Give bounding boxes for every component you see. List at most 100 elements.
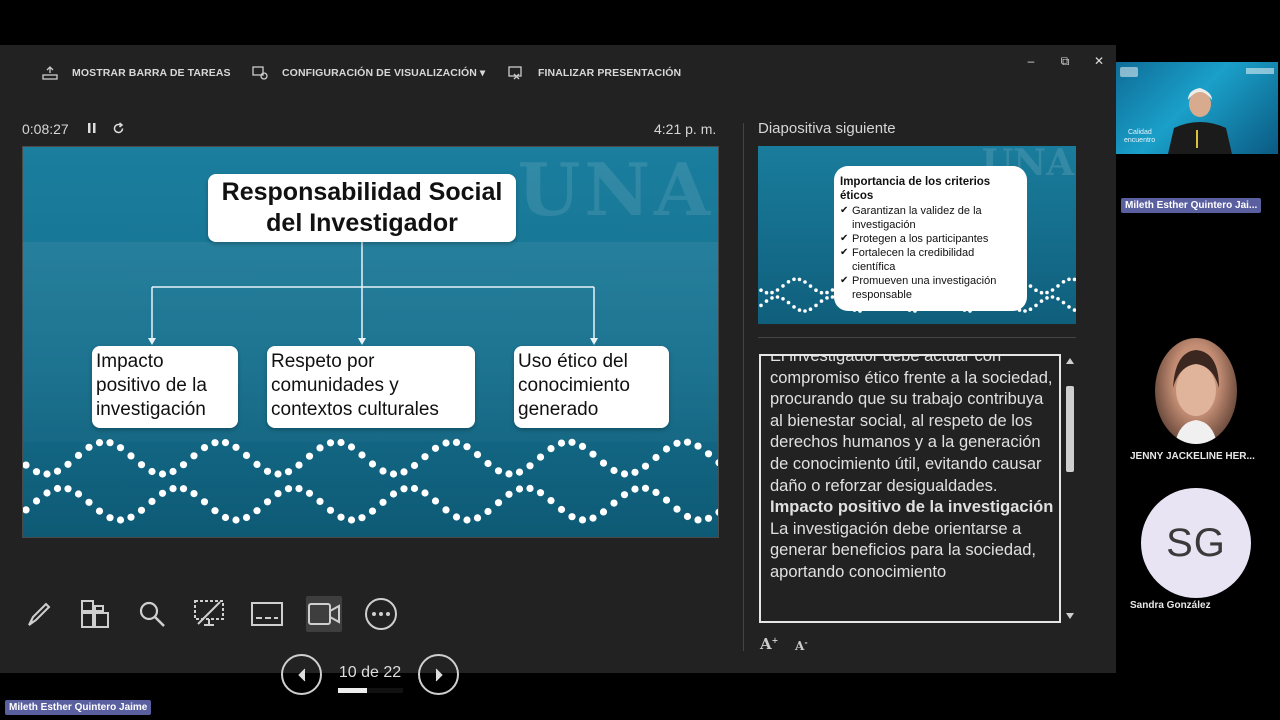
- decor-dot: [137, 506, 146, 514]
- wave-dots-top: [23, 438, 718, 478]
- black-screen-button[interactable]: [191, 596, 227, 632]
- decor-dot: [764, 290, 769, 295]
- decor-dot: [463, 516, 471, 524]
- decor-dot: [305, 489, 314, 497]
- decor-dot: [1034, 303, 1038, 308]
- decor-dot: [190, 452, 198, 460]
- decor-dot: [578, 442, 587, 450]
- decor-dot: [515, 468, 524, 476]
- decor-dot: [589, 450, 597, 458]
- decrease-font-button[interactable]: A-: [795, 637, 808, 653]
- notes-divider: [758, 337, 1076, 338]
- participant-avatar-sandra[interactable]: SG: [1141, 488, 1251, 598]
- decor-dot: [825, 290, 829, 295]
- decor-dot: [221, 439, 230, 447]
- decor-dot: [1061, 300, 1066, 305]
- decor-dot: [43, 489, 51, 497]
- close-button[interactable]: ✕: [1088, 51, 1110, 71]
- decor-dot: [673, 439, 681, 447]
- display-settings-button[interactable]: CONFIGURACIÓN DE VISUALIZACIÓN ▾: [252, 65, 485, 81]
- decor-dot: [179, 461, 188, 469]
- decor-dot: [781, 284, 785, 288]
- decor-dot: [32, 468, 41, 476]
- decor-dot: [316, 444, 324, 452]
- restore-button[interactable]: ⧉: [1054, 51, 1076, 71]
- decor-dot: [442, 506, 450, 514]
- decor-dot: [85, 498, 93, 506]
- decor-dot: [232, 443, 240, 451]
- decor-dot: [694, 442, 702, 450]
- decor-dot: [148, 497, 156, 505]
- increase-font-button[interactable]: A+: [760, 635, 778, 653]
- camera-button[interactable]: [306, 596, 342, 632]
- presenter-view-window: MOSTRAR BARRA DE TAREAS CONFIGURACIÓN DE…: [0, 45, 1116, 695]
- zoom-slide-button[interactable]: [134, 596, 170, 632]
- decor-dot: [337, 438, 345, 447]
- decor-dot: [652, 453, 660, 462]
- notes-scrollbar-thumb[interactable]: [1066, 386, 1074, 472]
- decor-dot: [431, 497, 440, 505]
- participant-video-jenny[interactable]: [1155, 338, 1237, 444]
- notes-scrollbar[interactable]: [1063, 354, 1077, 623]
- notes-heading: Impacto positivo de la investigación: [770, 498, 1054, 517]
- decor-dot: [515, 485, 524, 493]
- more-options-icon: [365, 598, 397, 630]
- show-taskbar-button[interactable]: MOSTRAR BARRA DE TAREAS: [42, 65, 231, 81]
- end-slideshow-button[interactable]: FINALIZAR PRESENTACIÓN: [508, 65, 681, 81]
- decor-dot: [825, 296, 829, 300]
- decor-dot: [505, 490, 513, 498]
- decor-dot: [473, 514, 482, 522]
- decor-dot: [232, 516, 240, 524]
- decor-dot: [263, 498, 272, 506]
- next-slide-item: ✔ Promueven una investigación responsable: [840, 274, 1019, 302]
- decor-dot: [379, 498, 387, 506]
- next-slide-item: ✔ Fortalecen la credibilidad científica: [840, 246, 1019, 274]
- decor-dot: [32, 497, 41, 505]
- decor-dot: [1067, 305, 1071, 309]
- decor-dot: [819, 299, 824, 303]
- see-all-slides-button[interactable]: [77, 596, 113, 632]
- decor-dot: [557, 505, 566, 514]
- decor-dot: [116, 444, 125, 452]
- decor-dot: [179, 485, 188, 493]
- decor-dot: [64, 485, 72, 493]
- speaker-notes-box[interactable]: El investigador debe actuar con compromi…: [759, 354, 1061, 623]
- decor-dot: [505, 470, 513, 478]
- branch-box-respeto: Respeto por comunidades y contextos cult…: [267, 346, 475, 428]
- taskbar-icon: [42, 66, 58, 80]
- decor-dot: [792, 277, 796, 282]
- decor-dot: [803, 309, 807, 313]
- pen-tool-button[interactable]: [21, 596, 57, 632]
- minimize-button[interactable]: –: [1020, 51, 1042, 71]
- decor-dot: [568, 513, 576, 521]
- next-slide-item: ✔ Protegen a los participantes: [840, 232, 1019, 246]
- pause-timer-button[interactable]: [86, 122, 98, 138]
- decor-dot: [1045, 296, 1049, 300]
- decor-dot: [347, 443, 356, 451]
- elapsed-timer: 0:08:27: [22, 121, 69, 137]
- more-options-button[interactable]: [363, 596, 399, 632]
- subtitles-button[interactable]: [249, 596, 285, 632]
- decor-dot: [74, 451, 83, 459]
- next-slide-item-text: Protegen a los participantes: [852, 233, 989, 245]
- decor-dot: [536, 453, 545, 461]
- slide-progress-bar: [338, 688, 403, 693]
- decor-dot: [389, 470, 398, 478]
- previous-slide-button[interactable]: [281, 654, 322, 695]
- decor-dot: [819, 290, 824, 295]
- decor-dot: [792, 305, 796, 309]
- next-slide-preview[interactable]: UNA Importancia de los criterios éticos …: [758, 146, 1076, 324]
- check-icon: ✔: [840, 205, 849, 216]
- decor-dot: [211, 507, 219, 515]
- next-slide-button[interactable]: [418, 654, 459, 695]
- restart-timer-button[interactable]: [112, 122, 125, 138]
- decor-dot: [1050, 295, 1055, 299]
- decor-dot: [1023, 309, 1027, 313]
- decor-dot: [1061, 280, 1066, 284]
- decor-dot: [808, 284, 813, 288]
- speaker-video-tile[interactable]: Calidad encuentro: [1116, 62, 1278, 154]
- decor-dot: [295, 461, 303, 469]
- decor-dot: [652, 488, 660, 496]
- decor-dot: [473, 451, 482, 459]
- decor-dot: [410, 484, 419, 493]
